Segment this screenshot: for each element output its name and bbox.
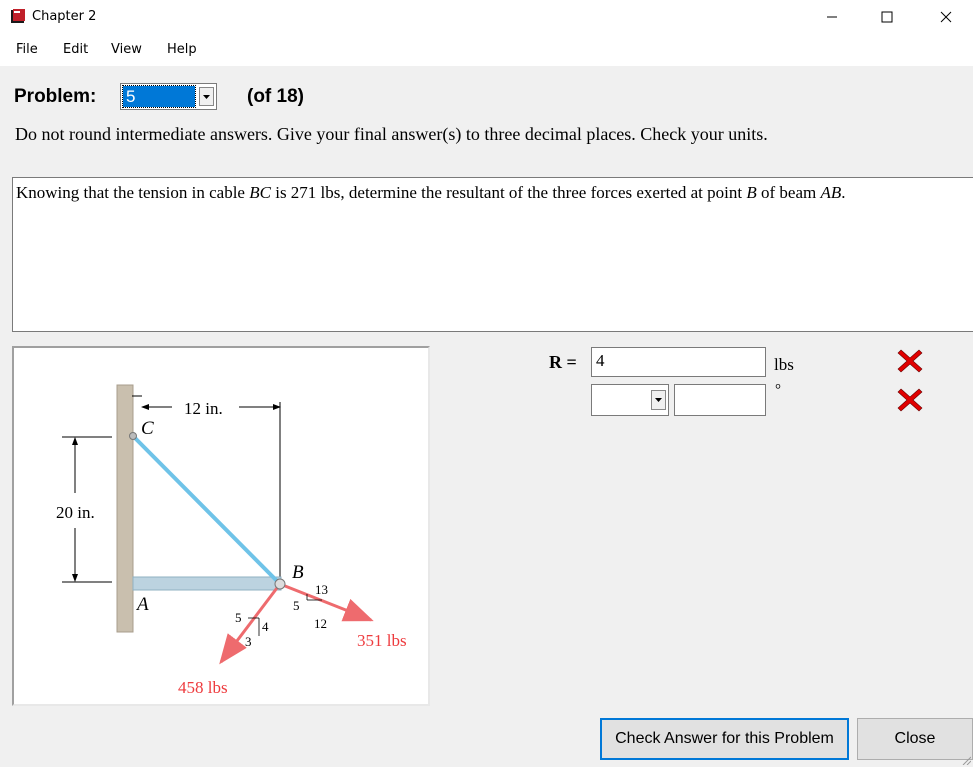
dropdown-arrow-icon[interactable] bbox=[199, 87, 214, 106]
title-bar: Chapter 2 bbox=[0, 0, 973, 34]
force-351-label: 351 lbs bbox=[357, 631, 407, 650]
question-text: Knowing that the tension in cable BC is … bbox=[12, 177, 973, 332]
minimize-icon bbox=[827, 16, 837, 18]
cable-bc bbox=[131, 434, 282, 586]
slope2-hyp: 5 bbox=[235, 610, 242, 625]
book-icon bbox=[11, 9, 25, 23]
slope2-a: 4 bbox=[262, 619, 269, 634]
label-c: C bbox=[141, 418, 154, 439]
menu-view[interactable]: View bbox=[111, 42, 142, 57]
problem-count: (of 18) bbox=[247, 86, 304, 107]
close-window-button[interactable] bbox=[923, 0, 969, 34]
force-458-arrow bbox=[219, 583, 282, 665]
resize-grip-icon[interactable] bbox=[961, 755, 971, 765]
slope1-hyp: 13 bbox=[315, 582, 328, 597]
problem-figure: 12 in. 20 in. 13 5 12 5 4 3 C B A 351 lb… bbox=[12, 346, 430, 706]
beam-ab bbox=[132, 576, 282, 591]
problem-select[interactable]: 5 bbox=[120, 83, 217, 110]
force-458-label: 458 lbs bbox=[178, 678, 228, 697]
dim-vertical-label: 20 in. bbox=[56, 503, 95, 522]
maximize-button[interactable] bbox=[864, 0, 910, 34]
menu-bar: File Edit View Help bbox=[0, 34, 973, 67]
problem-label: Problem: bbox=[14, 86, 97, 107]
slope2-b: 3 bbox=[245, 634, 252, 649]
close-icon bbox=[940, 11, 952, 23]
point-b bbox=[274, 578, 286, 590]
label-b: B bbox=[292, 562, 304, 583]
label-a: A bbox=[135, 594, 149, 615]
incorrect-icon bbox=[897, 388, 923, 412]
slope1-b: 12 bbox=[314, 616, 327, 631]
minimize-button[interactable] bbox=[809, 0, 855, 34]
beam-diagram: 12 in. 20 in. 13 5 12 5 4 3 C B A 351 lb… bbox=[56, 384, 407, 697]
menu-file[interactable]: File bbox=[16, 42, 38, 57]
angle-unit: ° bbox=[775, 382, 781, 398]
r-label: R = bbox=[549, 352, 577, 372]
menu-edit[interactable]: Edit bbox=[63, 42, 88, 57]
direction-select[interactable] bbox=[591, 384, 669, 416]
problem-select-value: 5 bbox=[122, 85, 196, 108]
wall bbox=[116, 384, 134, 633]
window-title: Chapter 2 bbox=[32, 9, 97, 24]
magnitude-unit: lbs bbox=[774, 355, 794, 374]
angle-input[interactable] bbox=[674, 384, 766, 416]
menu-help[interactable]: Help bbox=[167, 42, 197, 57]
dim-horizontal-label: 12 in. bbox=[184, 399, 223, 418]
maximize-icon bbox=[881, 11, 893, 23]
point-c bbox=[129, 432, 137, 440]
slope1-a: 5 bbox=[293, 598, 300, 613]
incorrect-icon bbox=[897, 349, 923, 373]
dropdown-arrow-icon[interactable] bbox=[651, 390, 666, 410]
close-button[interactable]: Close bbox=[857, 718, 973, 760]
check-answer-button[interactable]: Check Answer for this Problem bbox=[600, 718, 849, 760]
magnitude-input[interactable]: 4 bbox=[591, 347, 766, 377]
instructions-text: Do not round intermediate answers. Give … bbox=[15, 124, 768, 144]
